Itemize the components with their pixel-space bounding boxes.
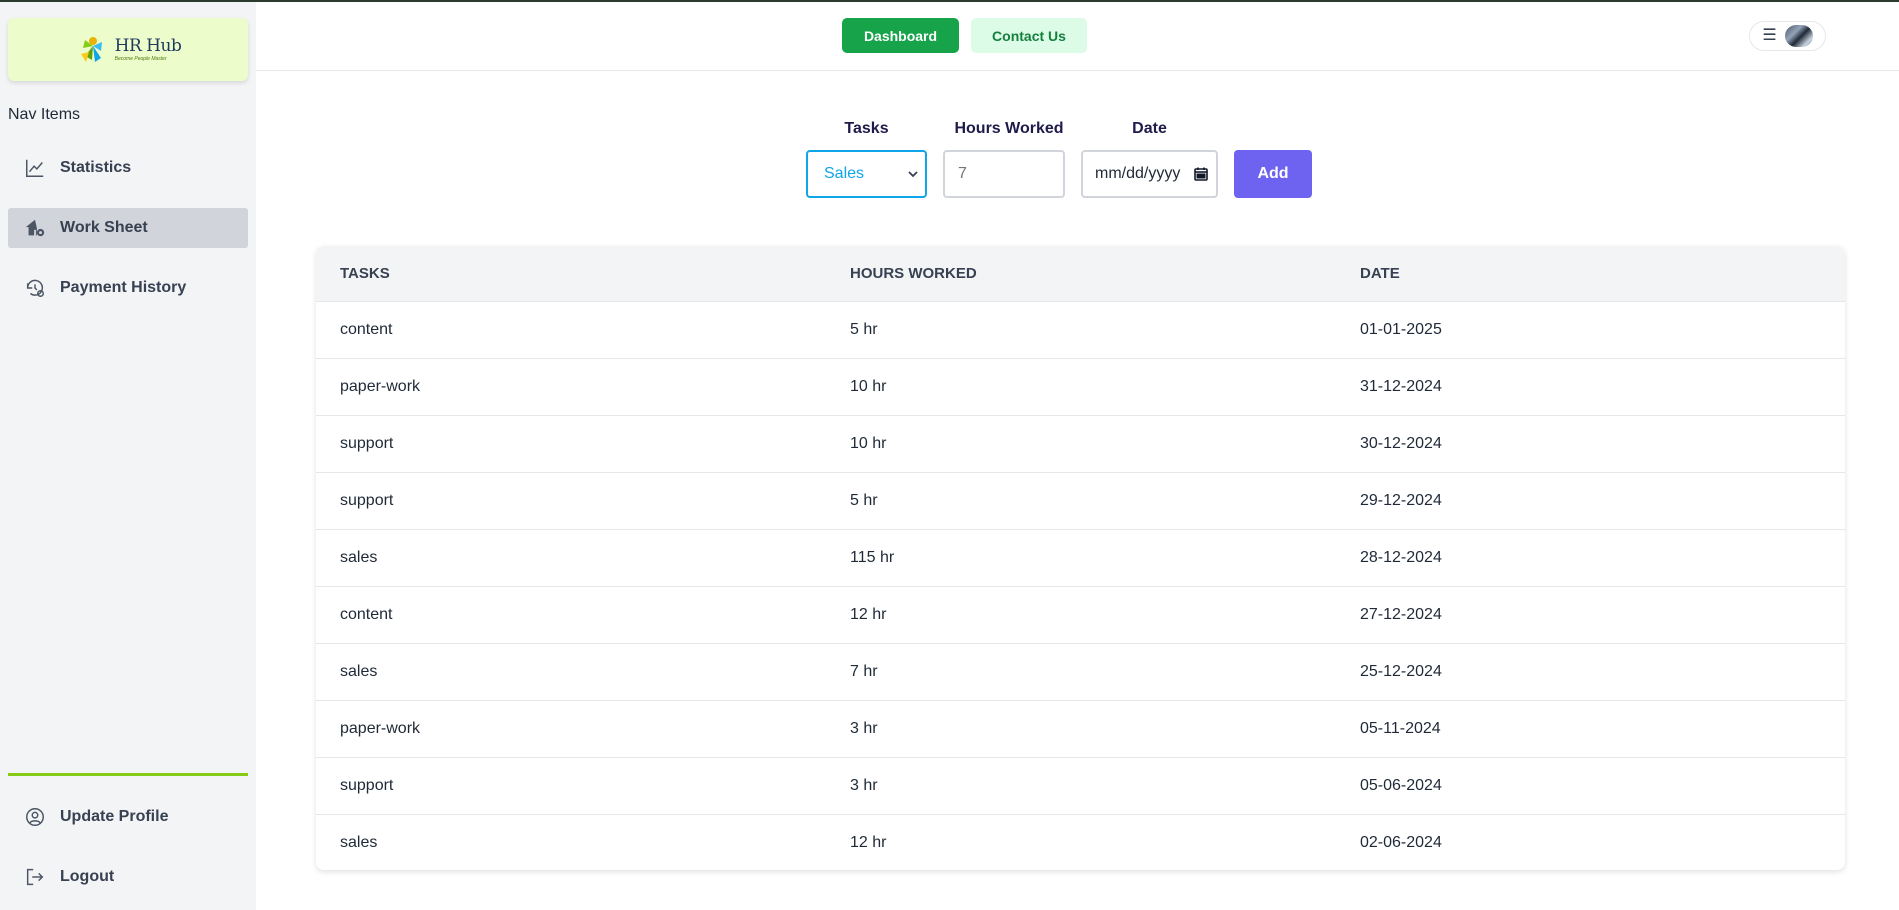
hours-cell: 3 hr	[850, 720, 878, 737]
table-header-row: TASKS HOURS WORKED DATE	[316, 246, 1845, 301]
contact-us-button[interactable]: Contact Us	[971, 18, 1087, 53]
date-label: Date	[1132, 120, 1167, 137]
add-button[interactable]: Add	[1234, 150, 1312, 198]
task-select[interactable]: Sales	[806, 150, 927, 198]
hours-cell: 5 hr	[850, 492, 878, 509]
sidebar-item-statistics[interactable]: Statistics	[8, 148, 248, 188]
top-header: Dashboard Contact Us ☰	[256, 2, 1899, 71]
sidebar-item-update-profile[interactable]: Update Profile	[8, 797, 248, 837]
task-cell: sales	[340, 549, 378, 566]
table-row: paper-work 3 hr 05-11-2024	[316, 700, 1845, 757]
date-cell: 27-12-2024	[1360, 606, 1442, 623]
table-body: content 5 hr 01-01-2025 paper-work 10 hr 31-1…	[316, 301, 1845, 870]
tasks-field-group: Tasks	[806, 120, 927, 140]
task-select-value: Sales	[824, 165, 865, 182]
table-row: support 5 hr 29-12-2024	[316, 472, 1845, 529]
sidebar-item-label: Update Profile	[60, 808, 169, 825]
task-cell: paper-work	[340, 720, 421, 737]
calendar-icon[interactable]	[1193, 166, 1209, 182]
home-gear-icon	[25, 219, 45, 237]
hours-cell: 12 hr	[850, 606, 887, 623]
table-row: sales 115 hr 28-12-2024	[316, 529, 1845, 586]
history-gear-icon	[26, 279, 44, 297]
user-menu-button[interactable]: ☰	[1749, 21, 1826, 51]
date-cell: 29-12-2024	[1360, 492, 1442, 509]
column-header-date: DATE	[1360, 265, 1400, 282]
date-cell: 25-12-2024	[1360, 663, 1442, 680]
date-cell: 30-12-2024	[1360, 435, 1442, 452]
table-row: content 5 hr 01-01-2025	[316, 301, 1845, 358]
hours-cell: 10 hr	[850, 378, 887, 395]
logo-title: HR Hub	[114, 35, 182, 56]
logout-icon	[26, 868, 44, 886]
task-cell: content	[340, 606, 393, 623]
logo-box[interactable]: HR Hub Become People Master	[8, 18, 248, 81]
date-field-group: Date	[1081, 120, 1218, 140]
chart-line-icon	[26, 159, 44, 177]
sidebar-item-label: Payment History	[60, 279, 187, 296]
sidebar-item-label: Work Sheet	[60, 219, 148, 236]
task-cell: support	[340, 492, 394, 509]
dashboard-button[interactable]: Dashboard	[842, 18, 959, 53]
sidebar-item-label: Statistics	[60, 159, 132, 176]
hours-worked-input[interactable]	[943, 150, 1065, 198]
sidebar: HR Hub Become People Master Nav Items St…	[0, 2, 256, 910]
date-cell: 28-12-2024	[1360, 549, 1442, 566]
task-cell: sales	[340, 663, 378, 680]
tasks-label: Tasks	[844, 120, 889, 137]
table-row: support 10 hr 30-12-2024	[316, 415, 1845, 472]
sidebar-item-work-sheet[interactable]: Work Sheet	[8, 208, 248, 248]
hours-worked-label: Hours Worked	[954, 120, 1064, 137]
hours-field-group: Hours Worked	[943, 120, 1075, 140]
date-cell: 01-01-2025	[1360, 321, 1442, 338]
sidebar-item-logout[interactable]: Logout	[8, 857, 248, 897]
sidebar-divider	[8, 773, 248, 776]
table-row: sales 7 hr 25-12-2024	[316, 643, 1845, 700]
avatar	[1784, 25, 1813, 47]
logo: HR Hub Become People Master	[75, 32, 182, 68]
user-circle-icon	[26, 808, 44, 826]
task-cell: sales	[340, 834, 378, 851]
hours-cell: 115 hr	[850, 549, 895, 566]
nav-heading: Nav Items	[8, 106, 81, 123]
date-cell: 31-12-2024	[1360, 378, 1442, 395]
table-row: content 12 hr 27-12-2024	[316, 586, 1845, 643]
task-cell: support	[340, 435, 394, 452]
chevron-down-icon	[908, 171, 918, 178]
hours-cell: 5 hr	[850, 321, 878, 338]
sidebar-item-payment-history[interactable]: Payment History	[8, 268, 248, 308]
hours-cell: 10 hr	[850, 435, 887, 452]
hours-cell: 7 hr	[850, 663, 878, 680]
date-cell: 02-06-2024	[1360, 834, 1442, 851]
date-cell: 05-06-2024	[1360, 777, 1442, 794]
date-placeholder: mm/dd/yyyy	[1095, 165, 1181, 182]
task-cell: support	[340, 777, 394, 794]
hours-cell: 12 hr	[850, 834, 887, 851]
column-header-tasks: TASKS	[340, 265, 390, 282]
hours-cell: 3 hr	[850, 777, 878, 794]
sidebar-item-label: Logout	[60, 868, 115, 885]
date-input[interactable]: mm/dd/yyyy	[1081, 150, 1218, 198]
worksheet-table: TASKS HOURS WORKED DATE content 5 hr 01-01…	[316, 246, 1845, 870]
table-row: sales 12 hr 02-06-2024	[316, 814, 1845, 870]
task-cell: content	[340, 321, 393, 338]
table-row: support 3 hr 05-06-2024	[316, 757, 1845, 814]
task-cell: paper-work	[340, 378, 421, 395]
logo-tagline: Become People Master	[114, 55, 167, 62]
logo-icon	[80, 36, 102, 62]
table-row: paper-work 10 hr 31-12-2024	[316, 358, 1845, 415]
date-cell: 05-11-2024	[1360, 720, 1441, 737]
hamburger-icon: ☰	[1762, 27, 1777, 44]
column-header-hours: HOURS WORKED	[850, 265, 977, 282]
